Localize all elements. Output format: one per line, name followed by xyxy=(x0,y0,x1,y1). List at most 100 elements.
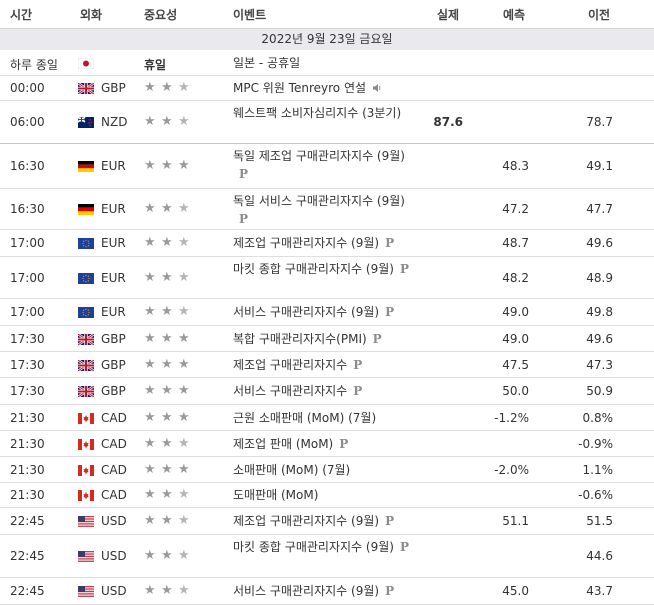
star-icon: ★ xyxy=(144,487,156,502)
header-currency[interactable]: 외화 xyxy=(80,6,102,23)
table-header: 시간 외화 중요성 이벤트 실제 예측 이전 xyxy=(0,0,654,29)
forecast-value: 48.2 xyxy=(502,271,529,285)
event-title[interactable]: 근원 소매판매 (MoM) (7월) xyxy=(233,411,376,425)
event-name[interactable]: 서비스 구매관리자지수 (9월) P xyxy=(233,303,413,321)
preliminary-icon: P xyxy=(399,540,409,554)
event-title[interactable]: 도매판매 (MoM) xyxy=(233,488,318,502)
table-row[interactable]: 21:30 CAD ★ ★ ★ 도매판매 (MoM) -0.6% xyxy=(0,483,654,508)
event-name[interactable]: 도매판매 (MoM) xyxy=(233,486,413,504)
event-name[interactable]: 제조업 구매관리자지수 P xyxy=(233,356,413,374)
event-time: 22:45 xyxy=(10,549,45,563)
importance-stars: ★ ★ ★ xyxy=(144,410,195,425)
table-row[interactable]: 17:30 GBP ★ ★ ★ 제조업 구매관리자지수 P 47.5 47.3 xyxy=(0,352,654,378)
star-icon: ★ xyxy=(161,513,173,528)
currency-code: NZD xyxy=(101,115,128,129)
header-time[interactable]: 시간 xyxy=(10,6,32,23)
event-name[interactable]: 근원 소매판매 (MoM) (7월) xyxy=(233,409,413,427)
table-row[interactable]: 00:00 GBP ★ ★ ★ MPC 위원 Tenreyro 연설 xyxy=(0,76,654,101)
table-row[interactable]: 22:45 USD ★ ★ ★ 제조업 구매관리자지수 (9월) P 51.1 51.5 xyxy=(0,508,654,535)
table-row[interactable]: 17:30 GBP ★ ★ ★ 서비스 구매관리자지수 P 50.0 50.9 xyxy=(0,378,654,405)
event-title[interactable]: 소매판매 (MoM) (7월) xyxy=(233,463,350,477)
header-actual[interactable]: 실제 xyxy=(437,6,459,23)
event-name[interactable]: 마킷 종합 구매관리자지수 (9월) P xyxy=(233,538,413,556)
star-icon: ★ xyxy=(178,114,190,129)
table-row[interactable]: 17:00 EUR ★ ★ ★ 서비스 구매관리자지수 (9월) P 49.0 49.8 xyxy=(0,299,654,326)
event-name[interactable]: 독일 서비스 구매관리자지수 (9월) P xyxy=(233,192,413,228)
header-importance[interactable]: 중요성 xyxy=(144,6,177,23)
star-icon: ★ xyxy=(161,158,173,173)
event-title[interactable]: 마킷 종합 구매관리자지수 (9월) xyxy=(233,540,394,554)
canada-flag-icon xyxy=(77,464,95,477)
star-icon: ★ xyxy=(144,357,156,372)
canada-flag-icon xyxy=(77,412,95,425)
event-title[interactable]: 서비스 구매관리자지수 (9월) xyxy=(233,305,379,319)
star-icon: ★ xyxy=(161,331,173,346)
event-name[interactable]: 서비스 구매관리자지수 (9월) P xyxy=(233,582,413,600)
currency-code: EUR xyxy=(101,159,126,173)
event-name[interactable]: 제조업 판매 (MoM) P xyxy=(233,435,413,453)
currency-code: CAD xyxy=(101,488,127,502)
table-row[interactable]: 22:45 USD ★ ★ ★ 서비스 구매관리자지수 (9월) P 45.0 43.7 xyxy=(0,578,654,605)
date-row: 2022년 9월 23일 금요일 xyxy=(0,29,654,51)
event-name[interactable]: 제조업 구매관리자지수 (9월) P xyxy=(233,234,413,252)
event-time: 17:30 xyxy=(10,332,45,346)
previous-value: 47.3 xyxy=(586,358,613,372)
star-icon: ★ xyxy=(178,304,190,319)
table-row[interactable]: 21:30 CAD ★ ★ ★ 소매판매 (MoM) (7월) -2.0% 1.1% xyxy=(0,457,654,483)
table-row[interactable]: 16:30 EUR ★ ★ ★ 독일 서비스 구매관리자지수 (9월) P 47.2 47.7 xyxy=(0,189,654,230)
event-name[interactable]: 마킷 종합 구매관리자지수 (9월) P xyxy=(233,260,413,278)
actual-value: 87.6 xyxy=(433,115,463,129)
table-row[interactable]: 17:30 GBP ★ ★ ★ 복합 구매관리자지수(PMI) P 49.0 49.6 xyxy=(0,326,654,352)
event-title[interactable]: 서비스 구매관리자지수 (9월) xyxy=(233,584,379,598)
event-title[interactable]: 제조업 구매관리자지수 xyxy=(233,358,347,372)
event-title[interactable]: 마킷 종합 구매관리자지수 (9월) xyxy=(233,262,394,276)
star-icon: ★ xyxy=(161,357,173,372)
event-time: 21:30 xyxy=(10,437,45,451)
forecast-value: 48.3 xyxy=(502,159,529,173)
event-title[interactable]: 웨스트팩 소비자심리지수 (3분기) xyxy=(233,106,401,120)
event-title[interactable]: 서비스 구매관리자지수 xyxy=(233,384,347,398)
event-name[interactable]: MPC 위원 Tenreyro 연설 xyxy=(233,79,413,97)
table-row[interactable]: 17:00 EUR ★ ★ ★ 제조업 구매관리자지수 (9월) P 48.7 49.6 xyxy=(0,230,654,257)
currency-code: GBP xyxy=(101,358,126,372)
star-icon: ★ xyxy=(161,410,173,425)
event-name[interactable]: 웨스트팩 소비자심리지수 (3분기) xyxy=(233,104,413,122)
table-row[interactable]: 21:30 CAD ★ ★ ★ 근원 소매판매 (MoM) (7월) -1.2% 0.8% xyxy=(0,405,654,431)
event-title[interactable]: 제조업 구매관리자지수 (9월) xyxy=(233,236,379,250)
preliminary-icon: P xyxy=(399,262,409,276)
importance-stars: ★ ★ ★ xyxy=(144,583,195,598)
event-name[interactable]: 복합 구매관리자지수(PMI) P xyxy=(233,330,413,348)
event-name[interactable]: 소매판매 (MoM) (7월) xyxy=(233,461,413,479)
table-row[interactable]: 22:45 USD ★ ★ ★ 마킷 종합 구매관리자지수 (9월) P 44.6 xyxy=(0,535,654,578)
preliminary-icon: P xyxy=(339,437,349,451)
event-title[interactable]: 제조업 판매 (MoM) xyxy=(233,437,333,451)
header-forecast[interactable]: 예측 xyxy=(503,6,525,23)
event-name[interactable]: 제조업 구매관리자지수 (9월) P xyxy=(233,512,413,530)
importance-stars: ★ ★ ★ xyxy=(144,304,195,319)
event-name[interactable]: 독일 제조업 구매관리자지수 (9월) P xyxy=(233,147,413,183)
event-time: 21:30 xyxy=(10,488,45,502)
table-row[interactable]: 06:00 NZD ★ ★ ★ 웨스트팩 소비자심리지수 (3분기) 87.6 78.7 xyxy=(0,101,654,145)
table-row[interactable]: 16:30 EUR ★ ★ ★ 독일 제조업 구매관리자지수 (9월) P 48.3 49.1 xyxy=(0,144,654,189)
table-row[interactable]: 21:30 CAD ★ ★ ★ 제조업 판매 (MoM) P -0.9% xyxy=(0,431,654,457)
header-event[interactable]: 이벤트 xyxy=(233,6,266,23)
star-icon: ★ xyxy=(161,548,173,563)
importance-stars: ★ ★ ★ xyxy=(144,513,195,528)
star-icon: ★ xyxy=(161,436,173,451)
speaker-icon xyxy=(372,80,382,92)
event-title[interactable]: 일본 - 공휴일 xyxy=(233,56,300,70)
event-name[interactable]: 일본 - 공휴일 xyxy=(233,54,413,72)
event-title[interactable]: 독일 제조업 구매관리자지수 (9월) xyxy=(233,149,405,163)
header-previous[interactable]: 이전 xyxy=(588,6,610,23)
previous-value: 78.7 xyxy=(586,115,613,129)
star-icon: ★ xyxy=(144,270,156,285)
table-row[interactable]: 17:00 EUR ★ ★ ★ 마킷 종합 구매관리자지수 (9월) P 48.2 48.9 xyxy=(0,257,654,299)
event-title[interactable]: 복합 구매관리자지수(PMI) xyxy=(233,332,367,346)
event-title[interactable]: 독일 서비스 구매관리자지수 (9월) xyxy=(233,194,405,208)
importance-stars: ★ ★ ★ xyxy=(144,357,195,372)
event-title[interactable]: MPC 위원 Tenreyro 연설 xyxy=(233,81,366,95)
holiday-label: 휴일 xyxy=(144,58,167,72)
table-row[interactable]: 하루 종일 휴일 일본 - 공휴일 xyxy=(0,50,654,76)
event-name[interactable]: 서비스 구매관리자지수 P xyxy=(233,382,413,400)
event-title[interactable]: 제조업 구매관리자지수 (9월) xyxy=(233,514,379,528)
